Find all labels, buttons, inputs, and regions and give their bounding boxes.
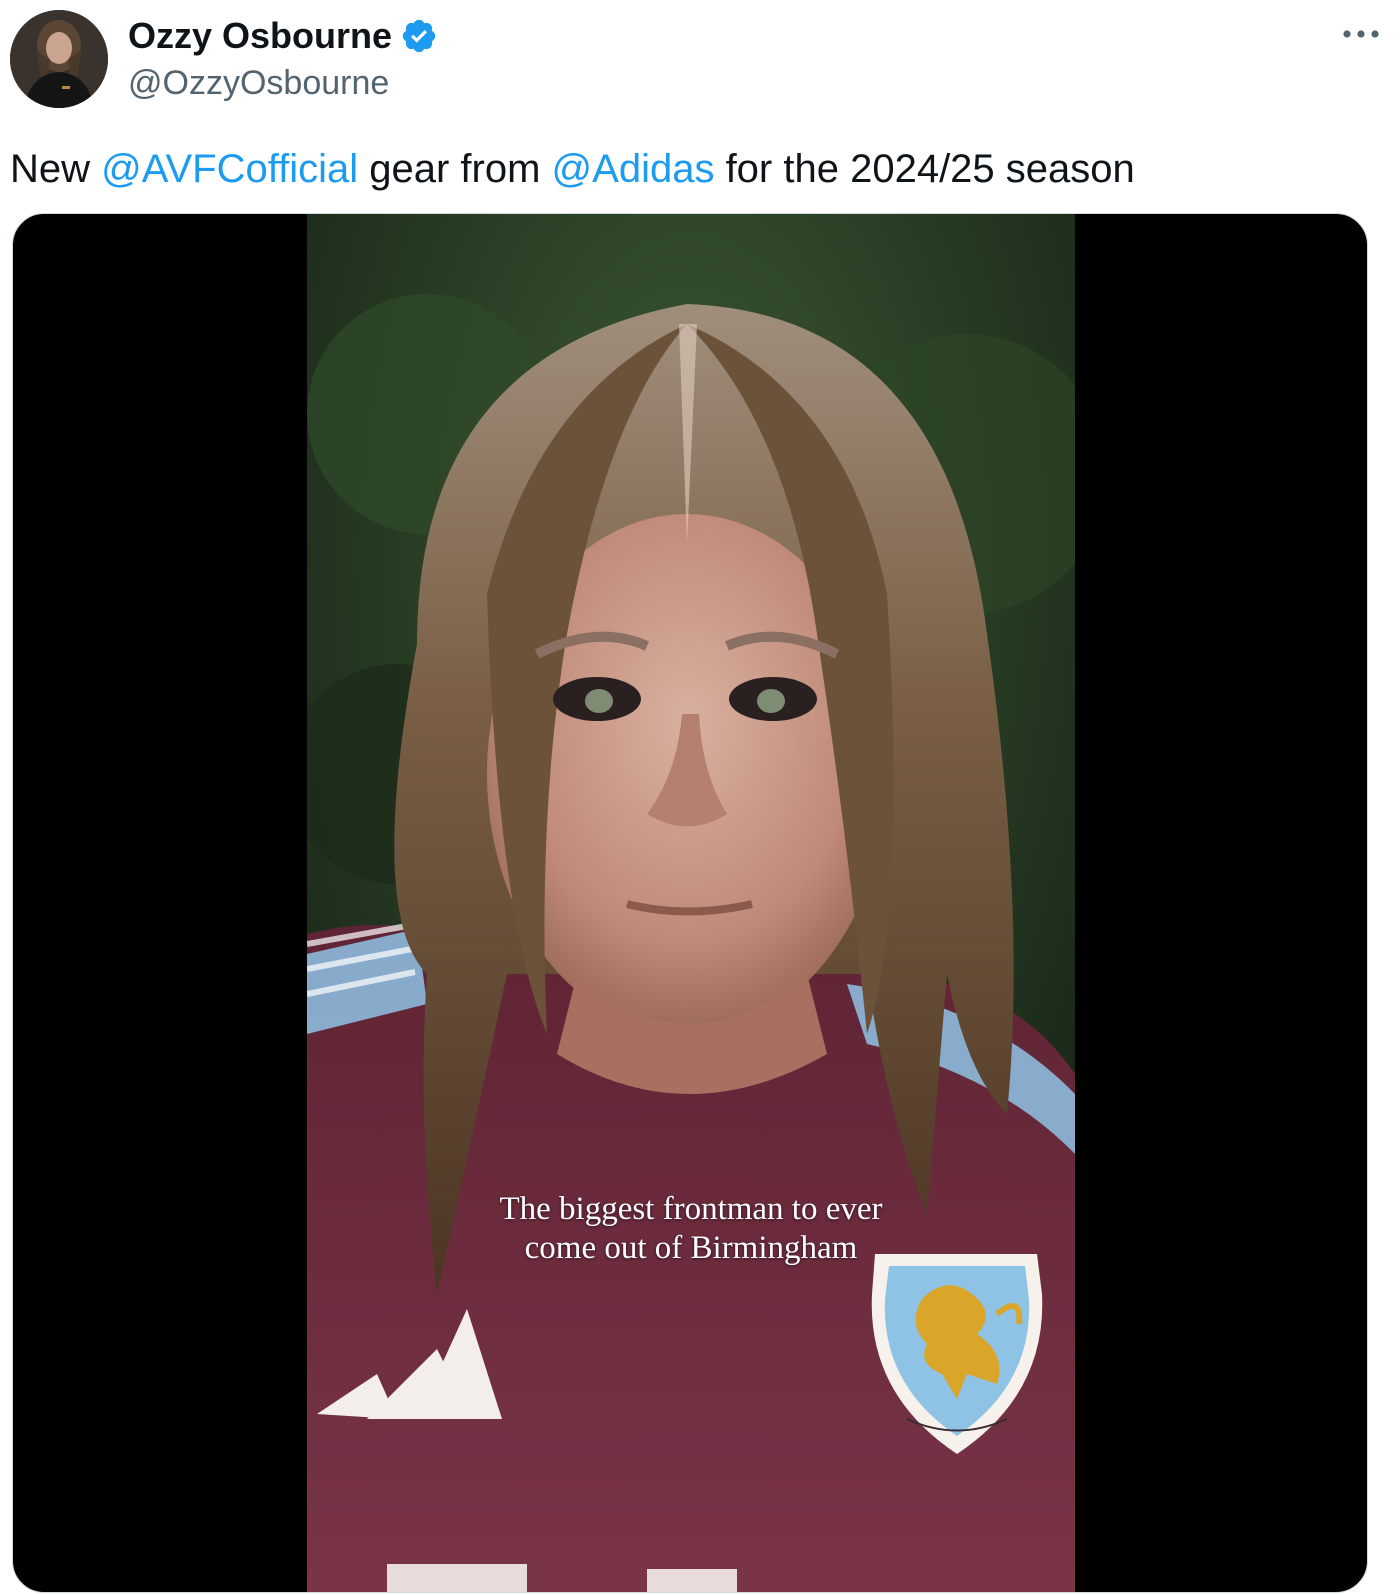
more-horizontal-icon bbox=[1343, 30, 1379, 38]
display-name[interactable]: Ozzy Osbourne bbox=[128, 14, 392, 58]
video-caption: The biggest frontman to ever come out of… bbox=[307, 1190, 1075, 1268]
tweet-text-part: gear from bbox=[358, 147, 552, 191]
mention-adidas-link[interactable]: @Adidas bbox=[552, 147, 715, 191]
verified-badge-icon bbox=[402, 19, 436, 53]
tweet-header: Ozzy Osbourne @OzzyOsbourne bbox=[0, 0, 1400, 115]
author-avatar[interactable] bbox=[10, 10, 108, 108]
more-button[interactable] bbox=[1338, 18, 1384, 50]
avatar-photo-icon bbox=[10, 10, 108, 108]
caption-line-1: The biggest frontman to ever bbox=[499, 1191, 883, 1227]
media-video-player[interactable]: The biggest frontman to ever come out of… bbox=[12, 213, 1368, 1593]
author-handle[interactable]: @OzzyOsbourne bbox=[128, 62, 389, 104]
tweet-text: New @AVFCofficial gear from @Adidas for … bbox=[10, 142, 1380, 196]
mention-avfcofficial-link[interactable]: @AVFCofficial bbox=[101, 147, 358, 191]
tweet-text-part: for the 2024/25 season bbox=[714, 147, 1135, 191]
display-name-row: Ozzy Osbourne bbox=[128, 14, 438, 58]
caption-line-2: come out of Birmingham bbox=[524, 1230, 858, 1266]
video-frame: The biggest frontman to ever come out of… bbox=[307, 214, 1075, 1592]
tweet-text-part: New bbox=[10, 147, 102, 191]
video-still-image bbox=[307, 214, 1075, 1592]
